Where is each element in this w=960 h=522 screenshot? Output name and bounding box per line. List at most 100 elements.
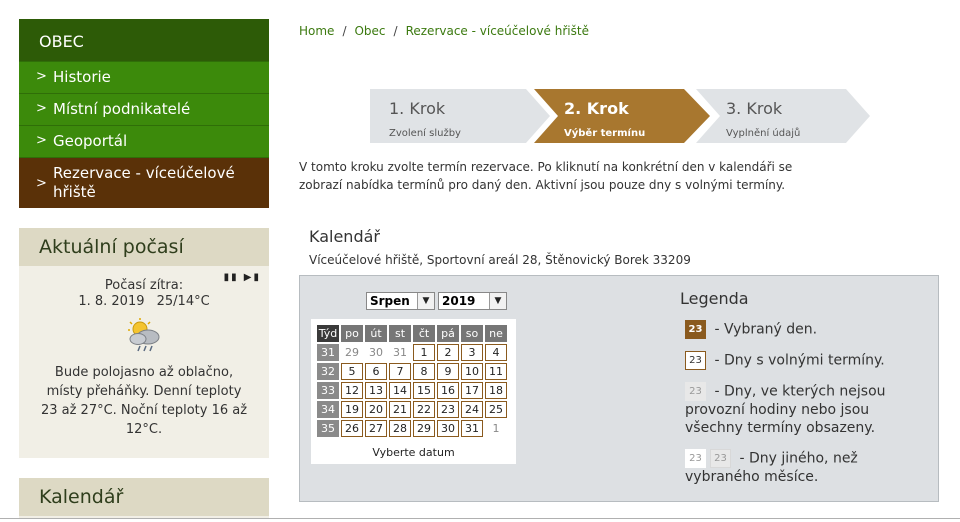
calendar-body: 31 29 30 31 1 2 3 4 32 5 6 7 8 9 10 11 33 12 13 14 15 16 17 18 3… (317, 344, 507, 437)
header-day: út (365, 325, 387, 342)
header-day: po (341, 325, 363, 342)
legend-text: - Dny s volnými termíny. (714, 352, 885, 369)
calendar-week-row: 34 19 20 21 22 23 24 25 (317, 401, 507, 418)
calendar-day-available[interactable]: 30 (437, 420, 459, 437)
sidebar-heading: OBEC (19, 19, 269, 61)
calendar-day-available[interactable]: 29 (413, 420, 435, 437)
week-number: 31 (317, 344, 339, 361)
calendar-day-available[interactable]: 12 (341, 382, 363, 399)
calendar-grid: Týd po út st čt pá so ne 31 29 30 31 1 2 3 4 32 5… (315, 323, 509, 439)
calendar-week-row: 35 26 27 28 29 30 31 1 (317, 420, 507, 437)
sidebar-item-geoportal[interactable]: > Geoportál (19, 125, 269, 157)
legend: Legenda 23 - Vybraný den. 23 - Dny s vol… (680, 289, 930, 498)
calendar-day-available[interactable]: 11 (485, 363, 507, 380)
calendar-panel: Srpen ▼ 2019 ▼ Týd po út st čt pá so ne … (299, 275, 939, 502)
step-1[interactable]: 1. Krok Zvolení služby (370, 89, 550, 143)
divider (0, 518, 960, 519)
step-number: 3. Krok (726, 99, 783, 118)
legend-text: - Dny, ve kterých nejsou provozní hodiny… (685, 383, 886, 437)
calendar-day-available[interactable]: 17 (461, 382, 483, 399)
calendar-day-available[interactable]: 7 (389, 363, 411, 380)
legend-title: Legenda (680, 289, 749, 308)
legend-chip-unavailable: 23 (685, 382, 706, 401)
header-day: so (461, 325, 483, 342)
calendar-day-available[interactable]: 21 (389, 401, 411, 418)
calendar-day-available[interactable]: 31 (461, 420, 483, 437)
chevron-down-icon: ▼ (489, 293, 506, 309)
step-3: 3. Krok Vyplnění údajů (696, 89, 870, 143)
month-select[interactable]: Srpen ▼ (366, 292, 435, 310)
step-progress: 1. Krok Zvolení služby 3. Krok Vyplnění … (370, 89, 870, 143)
calendar-day-available[interactable]: 18 (485, 382, 507, 399)
calendar-day-available[interactable]: 20 (365, 401, 387, 418)
calendar-day-available[interactable]: 3 (461, 344, 483, 361)
week-number: 35 (317, 420, 339, 437)
calendar-week-row: 33 12 13 14 15 16 17 18 (317, 382, 507, 399)
sidebar-item-label: Rezervace - víceúčelové hřiště (53, 164, 235, 201)
legend-text: - Vybraný den. (714, 321, 818, 338)
legend-chip-other-month: 23 (685, 449, 706, 468)
chevron-down-icon: ▼ (417, 293, 434, 309)
calendar-day-available[interactable]: 19 (341, 401, 363, 418)
legend-row-other-month: 23 23 - Dny jiného, než vybraného měsíce. (680, 449, 930, 486)
weather-title: Aktuální počasí (19, 228, 269, 266)
weather-widget: Aktuální počasí ▮▮ ▶▮ Počasí zítra: 1. 8… (19, 228, 269, 458)
calendar-day-available[interactable]: 22 (413, 401, 435, 418)
header-day: čt (413, 325, 435, 342)
calendar-day-available[interactable]: 8 (413, 363, 435, 380)
calendar-day-available[interactable]: 15 (413, 382, 435, 399)
calendar-day-available[interactable]: 5 (341, 363, 363, 380)
calendar-day-available[interactable]: 2 (437, 344, 459, 361)
step-instructions: V tomto kroku zvolte termín rezervace. P… (299, 160, 793, 192)
sidebar-item-label: Místní podnikatelé (53, 100, 191, 118)
calendar-day-available[interactable]: 23 (437, 401, 459, 418)
week-number: 32 (317, 363, 339, 380)
calendar-day-available[interactable]: 9 (437, 363, 459, 380)
breadcrumb-rezervace[interactable]: Rezervace - víceúčelové hřiště (406, 24, 589, 38)
sidebar-item-label: Historie (53, 68, 111, 86)
step-label: Výběr termínu (564, 128, 646, 139)
legend-row-free: 23 - Dny s volnými termíny. (680, 351, 930, 370)
calendar-day-available[interactable]: 4 (485, 344, 507, 361)
weather-playback-controls[interactable]: ▮▮ ▶▮ (224, 272, 261, 283)
calendar-subtitle: Víceúčelové hřiště, Sportovní areál 28, … (309, 253, 691, 267)
calendar-day-available[interactable]: 28 (389, 420, 411, 437)
legend-chip-other-month-alt: 23 (710, 449, 731, 468)
calendar-day-available[interactable]: 16 (437, 382, 459, 399)
calendar-day-available[interactable]: 14 (389, 382, 411, 399)
sidebar-item-mistni-podnikatele[interactable]: > Místní podnikatelé (19, 93, 269, 125)
calendar-day-available[interactable]: 10 (461, 363, 483, 380)
calendar-day-available[interactable]: 25 (485, 401, 507, 418)
partly-cloudy-rain-icon (122, 317, 166, 355)
calendar-day-other-month: 1 (492, 422, 500, 435)
breadcrumb-obec[interactable]: Obec (354, 24, 385, 38)
breadcrumb-home[interactable]: Home (299, 24, 334, 38)
legend-row-unavailable: 23 - Dny, ve kterých nejsou provozní hod… (680, 382, 930, 437)
calendar-day-available[interactable]: 24 (461, 401, 483, 418)
chevron-right-icon: > (36, 176, 47, 191)
calendar-day-available[interactable]: 6 (365, 363, 387, 380)
sidebar-item-label: Geoportál (53, 132, 128, 150)
weather-description: Bude polojasno až oblačno, místy přeháňk… (40, 365, 248, 437)
pick-date-label: Vyberte datum (372, 446, 455, 459)
weather-temps: 25/14°C (156, 294, 210, 309)
legend-chip-selected: 23 (685, 320, 706, 339)
year-select[interactable]: 2019 ▼ (438, 292, 507, 310)
date-picker: Týd po út st čt pá so ne 31 29 30 31 1 2 3 4 32 5… (311, 319, 516, 464)
calendar-day-available[interactable]: 26 (341, 420, 363, 437)
header-day: ne (485, 325, 507, 342)
sidebar-calendar-box: Kalendář (19, 478, 269, 518)
sidebar-item-historie[interactable]: > Historie (19, 61, 269, 93)
sidebar-item-rezervace[interactable]: > Rezervace - víceúčelové hřiště (19, 157, 269, 208)
calendar-day-available[interactable]: 27 (365, 420, 387, 437)
year-select-value: 2019 (442, 294, 476, 308)
week-number: 33 (317, 382, 339, 399)
calendar-title: Kalendář (309, 227, 380, 246)
step-number: 1. Krok (389, 99, 446, 118)
calendar-day-available[interactable]: 1 (413, 344, 435, 361)
calendar-day-other-month: 31 (393, 346, 407, 359)
calendar-day-other-month: 30 (369, 346, 383, 359)
header-week: Týd (317, 325, 339, 342)
chevron-right-icon: > (36, 69, 47, 84)
calendar-day-available[interactable]: 13 (365, 382, 387, 399)
